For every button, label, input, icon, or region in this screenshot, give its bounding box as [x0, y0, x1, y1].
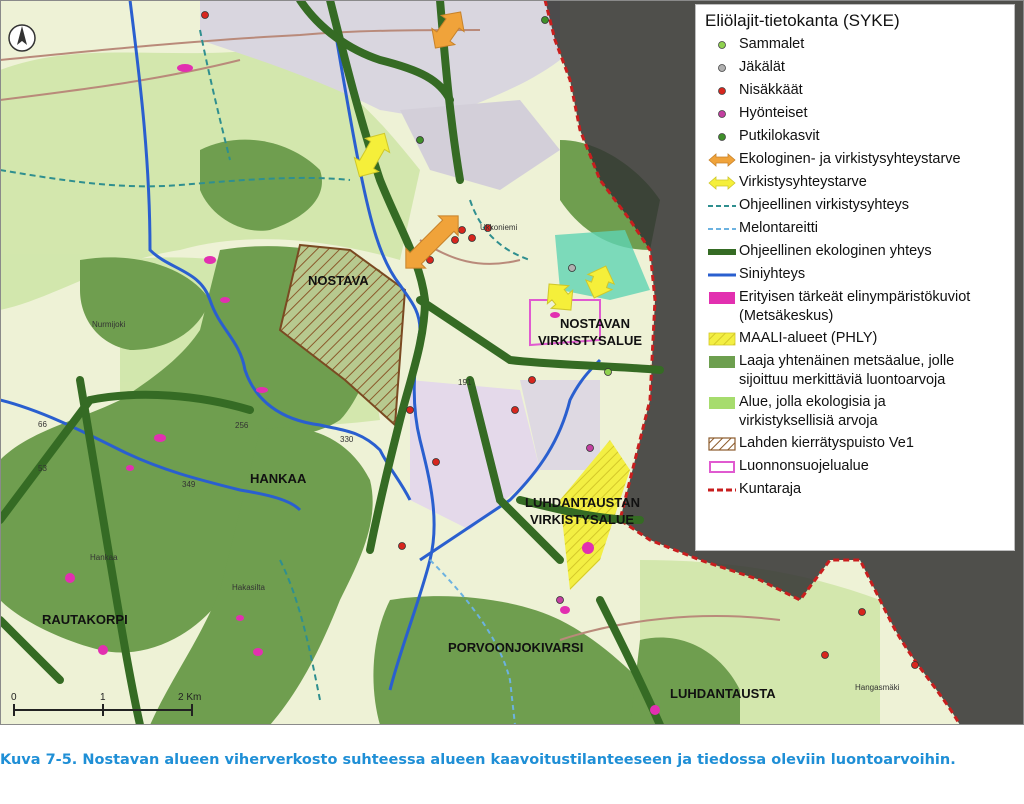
scale-label-one: 1 — [100, 692, 106, 703]
legend-label-line2: (Metsäkeskus) — [739, 308, 834, 324]
legend-item-luonnonsuojelualue: Luonnonsuojelualue — [705, 457, 1006, 477]
orange-double-arrow-icon — [705, 150, 739, 170]
legend-item-melontareitti: Melontareitti — [705, 219, 1006, 239]
map-label-66: 66 — [38, 420, 47, 429]
legend-item-siniyhteys: Siniyhteys — [705, 265, 1006, 285]
legend-label: Melontareitti — [739, 220, 818, 236]
map-label-rautakorpi: RAUTAKORPI — [42, 612, 128, 627]
map-label-191: 191 — [458, 378, 472, 387]
legend-label: Kuntaraja — [739, 481, 802, 497]
legend-item-laaja-metsaalue: Laaja yhtenäinen metsäalue, jolle sijoit… — [705, 352, 1006, 390]
legend-item-kuntaraja: Kuntaraja — [705, 480, 1006, 500]
scale-label-zero: 0 — [11, 692, 17, 703]
scale-bar: 0 1 2 Km — [8, 690, 208, 720]
legend-label-multiline: Laaja yhtenäinen metsäalue, jolle sijoit… — [739, 352, 954, 390]
map-label-53: 53 — [38, 464, 47, 473]
legend-label: Putkilokasvit — [739, 128, 820, 144]
legend-label: Luonnonsuojelualue — [739, 458, 869, 474]
legend-label: Lahden kierrätyspuisto Ve1 — [739, 435, 914, 451]
legend-item-ekologisia-arvoja: Alue, jolla ekologisia ja virkistykselli… — [705, 393, 1006, 431]
legend-item-ohjeellinen-ekologinen-yhteys: Ohjeellinen ekologinen yhteys — [705, 242, 1006, 262]
legend-item-ekologinen-virkistysyhteystarve: Ekologinen- ja virkistysyhteystarve — [705, 150, 1006, 170]
map-label-hakasilta: Hakasilta — [232, 583, 265, 592]
teal-dashed-line-icon — [705, 196, 739, 216]
legend-item-putkilokasvit: Putkilokasvit — [705, 127, 1006, 147]
lightblue-dashed-line-icon — [705, 219, 739, 239]
legend-item-virkistysyhteystarve: Virkistysyhteystarve — [705, 173, 1006, 193]
yellow-hatched-patch-icon — [705, 329, 739, 349]
map-label-hankaa: HANKAA — [250, 471, 307, 486]
magenta-patch-icon — [705, 288, 739, 308]
legend-item-ohjeellinen-virkistysyhteys: Ohjeellinen virkistysyhteys — [705, 196, 1006, 216]
map-label-nostava: NOSTAVA — [308, 273, 369, 288]
legend-label: Alue, jolla ekologisia ja — [739, 394, 886, 410]
legend-label: Siniyhteys — [739, 266, 806, 282]
pink-outline-patch-icon — [705, 457, 739, 477]
map-label-luhdantausta: LUHDANTAUSTA — [670, 686, 776, 701]
scale-bar-graphic: 0 1 2 Km — [11, 692, 201, 716]
map-label-luhdantaustan-1: LUHDANTAUSTAN — [525, 495, 640, 510]
legend-label: Laaja yhtenäinen metsäalue, jolle — [739, 353, 955, 369]
legend-label: Ohjeellinen ekologinen yhteys — [739, 243, 932, 259]
legend-item-maali-alueet: MAALI-alueet (PHLY) — [705, 329, 1006, 349]
legend-label: Jäkälät — [739, 59, 785, 75]
legend-item-nisakkaat: Nisäkkäät — [705, 81, 1006, 101]
legend-label: Virkistysyhteystarve — [739, 174, 867, 190]
dark-green-dot-icon — [705, 127, 739, 147]
legend-item-jakalat: Jäkälät — [705, 58, 1006, 78]
legend-label: Nisäkkäät — [739, 82, 803, 98]
light-green-patch-icon — [705, 393, 739, 413]
north-arrow-icon — [8, 24, 36, 52]
map-label-330: 330 — [340, 435, 354, 444]
legend-label: Hyönteiset — [739, 105, 808, 121]
legend-label: Sammalet — [739, 36, 805, 52]
red-dot-icon — [705, 81, 739, 101]
scale-label-two: 2 Km — [178, 692, 201, 703]
map-label-hankaa-small: Hankaa — [90, 553, 118, 562]
forest-green-patch-icon — [705, 352, 739, 372]
map-label-hangasmaki: Hangasmäki — [855, 683, 900, 692]
grey-dot-icon — [705, 58, 739, 78]
legend-label: Ekologinen- ja virkistysyhteystarve — [739, 151, 961, 167]
map-label-porvoonjokivarsi: PORVOONJOKIVARSI — [448, 640, 583, 655]
legend-item-sammalet: Sammalet — [705, 35, 1006, 55]
brown-hatched-patch-icon — [705, 434, 739, 454]
legend-item-kierratyspuisto: Lahden kierrätyspuisto Ve1 — [705, 434, 1006, 454]
red-dashed-line-icon — [705, 480, 739, 500]
legend-label-line2: sijoittuu merkittäviä luontoarvoja — [739, 372, 946, 388]
blue-line-icon — [705, 265, 739, 285]
map-label-nostavan-2: VIRKISTYSALUE — [538, 333, 642, 348]
green-dot-icon — [705, 35, 739, 55]
magenta-dot-icon — [705, 104, 739, 124]
map-legend: Eliölajit-tietokanta (SYKE) Sammalet Jäk… — [695, 4, 1015, 551]
legend-label-multiline: Alue, jolla ekologisia ja virkistykselli… — [739, 393, 886, 431]
map-label-ukkoniemi: Ukkoniemi — [480, 223, 518, 232]
legend-title: Eliölajit-tietokanta (SYKE) — [705, 11, 900, 30]
map-label-349: 349 — [182, 480, 196, 489]
legend-label: Ohjeellinen virkistysyhteys — [739, 197, 910, 213]
legend-item-hyonteiset: Hyönteiset — [705, 104, 1006, 124]
legend-label-line2: virkistyksellisiä arvoja — [739, 413, 878, 429]
green-thick-line-icon — [705, 242, 739, 262]
map-label-luhdantaustan-2: VIRKISTYSALUE — [530, 512, 634, 527]
legend-item-elinymparistokuviot: Erityisen tärkeät elinympäristökuviot (M… — [705, 288, 1006, 326]
figure-caption: Kuva 7-5. Nostavan alueen viherverkosto … — [0, 752, 956, 768]
map-label-nostavan-1: NOSTAVAN — [560, 316, 630, 331]
map-label-nurmijoki: Nurmijoki — [92, 320, 126, 329]
legend-label: Erityisen tärkeät elinympäristökuviot — [739, 289, 971, 305]
map-label-256: 256 — [235, 421, 249, 430]
legend-label-multiline: Erityisen tärkeät elinympäristökuviot (M… — [739, 288, 970, 326]
yellow-double-arrow-icon — [705, 173, 739, 193]
legend-label: MAALI-alueet (PHLY) — [739, 330, 878, 346]
